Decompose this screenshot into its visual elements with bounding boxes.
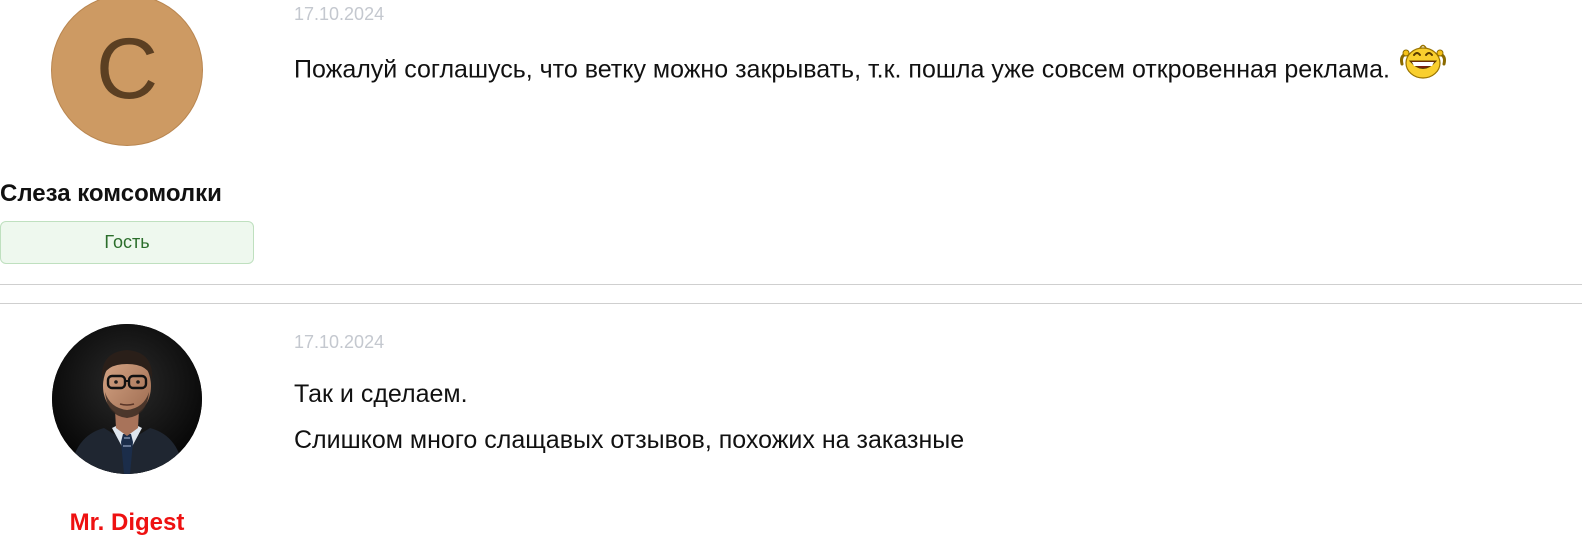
post-content: Так и сделаем. Слишком много слащавых от…: [294, 378, 964, 456]
post-date[interactable]: 17.10.2024: [294, 4, 384, 25]
post-text: Пожалуй соглашусь, что ветку можно закры…: [294, 55, 1390, 84]
avatar-letter: С: [95, 21, 159, 117]
post-divider: [0, 284, 1582, 285]
user-photo-avatar[interactable]: [52, 324, 202, 474]
laughing-smiley-icon: [1398, 42, 1448, 90]
username[interactable]: Слеза комсомолки: [0, 180, 254, 208]
forum-post: С Слеза комсомолки Гость 17.10.2024 Пожа…: [0, 0, 1582, 284]
post-content: Пожалуй соглашусь, что ветку можно закры…: [294, 44, 1448, 90]
user-avatar[interactable]: С: [52, 0, 202, 145]
post-paragraph: Слишком много слащавых отзывов, похожих …: [294, 426, 965, 454]
post-paragraph: Пожалуй соглашусь, что ветку можно закры…: [294, 44, 1448, 90]
username[interactable]: Mr. Digest: [0, 509, 254, 537]
user-role-badge: Гость: [0, 221, 254, 264]
post-date[interactable]: 17.10.2024: [294, 332, 384, 353]
post-paragraph: Так и сделаем.: [294, 380, 468, 408]
forum-post: Mr. Digest 17.10.2024 Так и сделаем. Сли…: [0, 304, 1582, 542]
